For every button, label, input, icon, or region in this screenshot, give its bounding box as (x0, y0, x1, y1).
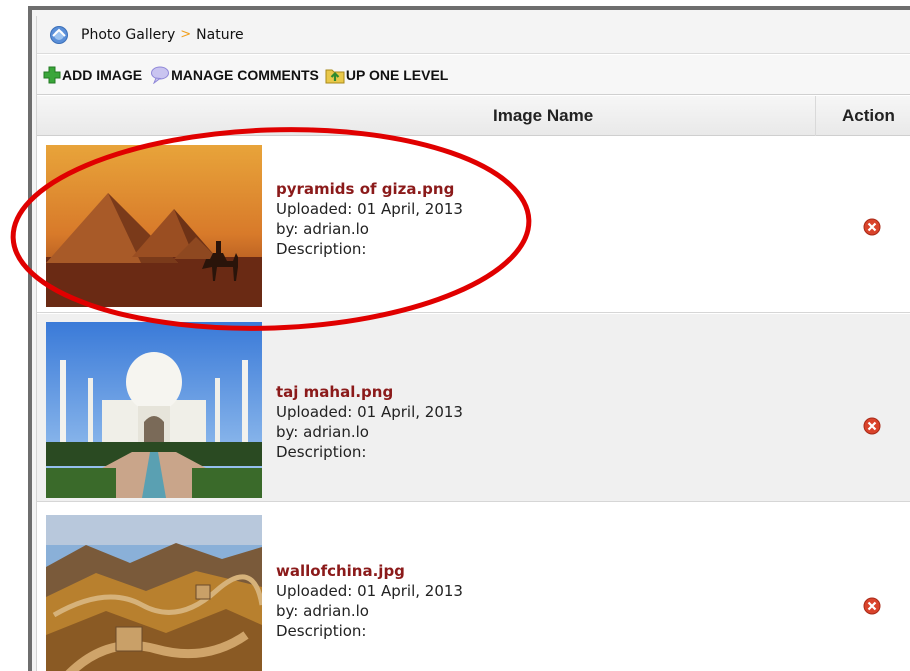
folder-up-icon (325, 69, 345, 83)
description: Description: (276, 622, 367, 640)
description: Description: (276, 240, 367, 258)
up-one-level-label: UP ONE LEVEL (345, 66, 449, 83)
add-icon (43, 66, 61, 83)
table-row: pyramids of giza.png Uploaded: 01 April,… (37, 137, 910, 313)
delete-icon[interactable] (863, 417, 881, 435)
manage-comments-label: MANAGE COMMENTS (171, 66, 319, 83)
table-row: taj mahal.png Uploaded: 01 April, 2013 b… (37, 314, 910, 502)
breadcrumb: Photo Gallery > Nature (37, 16, 910, 54)
image-info: wallofchina.jpg Uploaded: 01 April, 2013… (276, 561, 463, 641)
home-icon[interactable] (49, 25, 69, 45)
up-one-level-button[interactable]: UP ONE LEVEL (325, 66, 448, 84)
description: Description: (276, 443, 367, 461)
toolbar: ADD IMAGE MANAGE COMMENTS UP ONE LEVEL (37, 55, 910, 95)
uploader: by: adrian.lo (276, 423, 369, 441)
image-filename[interactable]: wallofchina.jpg (276, 561, 463, 581)
upload-date: Uploaded: 01 April, 2013 (276, 582, 463, 600)
upload-date: Uploaded: 01 April, 2013 (276, 200, 463, 218)
breadcrumb-root[interactable]: Photo Gallery (81, 27, 175, 43)
manage-comments-button[interactable]: MANAGE COMMENTS (150, 66, 319, 84)
comments-icon (151, 66, 170, 84)
add-image-label: ADD IMAGE (62, 66, 143, 83)
delete-icon[interactable] (863, 218, 881, 236)
breadcrumb-separator: > (180, 27, 192, 42)
column-image-name[interactable]: Image Name (493, 106, 593, 126)
uploader: by: adrian.lo (276, 220, 369, 238)
image-info: pyramids of giza.png Uploaded: 01 April,… (276, 179, 463, 259)
gallery-panel: Photo Gallery > Nature ADD IMAGE MANAGE … (36, 16, 910, 671)
delete-icon[interactable] (863, 597, 881, 615)
image-info: taj mahal.png Uploaded: 01 April, 2013 b… (276, 382, 463, 462)
breadcrumb-current: Nature (196, 26, 244, 43)
image-filename[interactable]: pyramids of giza.png (276, 179, 463, 199)
table-row: wallofchina.jpg Uploaded: 01 April, 2013… (37, 503, 910, 671)
upload-date: Uploaded: 01 April, 2013 (276, 403, 463, 421)
thumbnail-pyramids[interactable] (46, 145, 262, 307)
table-header: Image Name Action (37, 96, 910, 136)
image-filename[interactable]: taj mahal.png (276, 382, 463, 402)
column-divider (815, 96, 816, 136)
thumbnail-wall-of-china[interactable] (46, 515, 262, 671)
column-action: Action (842, 106, 895, 125)
uploader: by: adrian.lo (276, 602, 369, 620)
thumbnail-taj-mahal[interactable] (46, 322, 262, 498)
add-image-button[interactable]: ADD IMAGE (43, 66, 142, 84)
